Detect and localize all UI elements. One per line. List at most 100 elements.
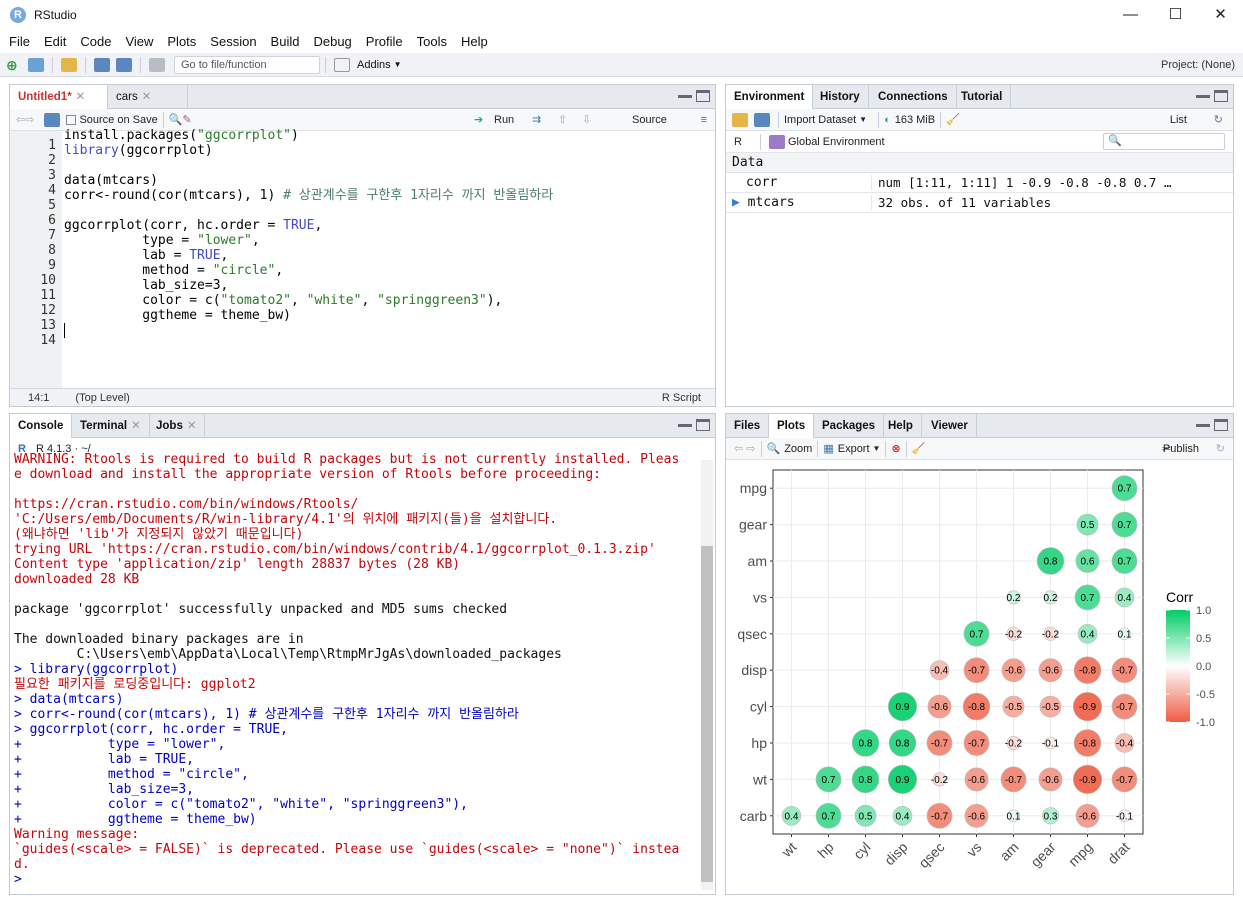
- env-search-input[interactable]: 🔍: [1103, 133, 1225, 150]
- source-on-save-checkbox[interactable]: [66, 114, 77, 125]
- console-scroll-thumb[interactable]: [701, 546, 713, 882]
- rerun-icon[interactable]: ⇉: [532, 113, 541, 126]
- menu-help[interactable]: Help: [454, 34, 495, 49]
- refresh-icon[interactable]: ↻: [1214, 113, 1223, 126]
- memory-usage[interactable]: 163 MiB: [895, 114, 935, 126]
- maximize-plots-icon[interactable]: [1214, 419, 1228, 431]
- tab-plots[interactable]: Plots: [769, 414, 815, 439]
- tab-console[interactable]: Console: [10, 414, 73, 439]
- minimize-pane-icon[interactable]: [678, 90, 692, 98]
- publish-button[interactable]: Publish: [1163, 443, 1199, 455]
- down-arrow-icon[interactable]: ⇩: [582, 113, 591, 126]
- corr-label: -0.4: [1116, 739, 1134, 750]
- corr-label: -0.7: [1005, 775, 1023, 786]
- run-icon[interactable]: ➔: [474, 113, 483, 126]
- up-arrow-icon[interactable]: ⇧: [558, 113, 567, 126]
- tab-untitled1[interactable]: Untitled1* ✕: [10, 85, 108, 110]
- menu-plots[interactable]: Plots: [160, 34, 203, 49]
- tab-files[interactable]: Files: [726, 414, 770, 438]
- menu-profile[interactable]: Profile: [359, 34, 410, 49]
- corr-label: -0.7: [1116, 666, 1134, 677]
- maximize-console-icon[interactable]: [696, 419, 710, 431]
- y-tick-label: gear: [739, 517, 767, 533]
- tab-tutorial[interactable]: Tutorial: [953, 85, 1012, 109]
- menu-session[interactable]: Session: [203, 34, 263, 49]
- env-row-corr[interactable]: corr num [1:11, 1:11] 1 -0.9 -0.8 -0.8 0…: [726, 173, 1233, 193]
- minimize-plots-icon[interactable]: [1196, 419, 1210, 427]
- language-menu[interactable]: R: [734, 136, 742, 148]
- save-icon[interactable]: [94, 57, 110, 72]
- tab-help[interactable]: Help: [880, 414, 922, 438]
- maximize-button[interactable]: ☐: [1153, 0, 1198, 30]
- project-menu[interactable]: Project: (None): [1161, 59, 1235, 71]
- close-button[interactable]: ✕: [1198, 0, 1243, 30]
- tab-cars[interactable]: cars ✕: [108, 85, 188, 109]
- code-editor[interactable]: install.packages("ggcorrplot") library(g…: [64, 128, 553, 338]
- back-arrow-icon[interactable]: ⇦⇨: [16, 113, 34, 126]
- menu-debug[interactable]: Debug: [306, 34, 358, 49]
- open-file-icon[interactable]: [61, 57, 77, 72]
- export-button[interactable]: Export: [838, 443, 870, 455]
- menu-file[interactable]: File: [2, 34, 37, 49]
- console-line: d.: [14, 857, 30, 872]
- outline-icon[interactable]: ≡: [701, 114, 707, 126]
- scope-selector[interactable]: Global Environment: [788, 136, 885, 148]
- goto-file-input[interactable]: Go to file/function: [174, 55, 320, 74]
- clear-plots-icon[interactable]: 🧹: [912, 442, 926, 455]
- legend-tick-label: 1.0: [1196, 605, 1211, 617]
- new-file-icon[interactable]: ⊕: [6, 58, 22, 72]
- legend-tick-label: 0.0: [1196, 661, 1211, 673]
- tab-connections[interactable]: Connections: [870, 85, 957, 109]
- plot-nav-arrows-icon[interactable]: ⇦ ⇨: [734, 442, 756, 455]
- file-type-menu[interactable]: R Script: [662, 392, 701, 404]
- magic-wand-icon[interactable]: ✎: [182, 113, 191, 126]
- expand-icon[interactable]: ▶: [732, 195, 740, 210]
- menu-edit[interactable]: Edit: [37, 34, 73, 49]
- save-all-icon[interactable]: [116, 57, 132, 72]
- legend-tick-label: -1.0: [1196, 717, 1215, 729]
- tab-viewer[interactable]: Viewer: [923, 414, 977, 438]
- maximize-env-icon[interactable]: [1214, 90, 1228, 102]
- tab-environment[interactable]: Environment: [726, 85, 814, 110]
- tab-packages[interactable]: Packages: [814, 414, 885, 438]
- corr-label: -0.6: [1042, 666, 1060, 677]
- zoom-button[interactable]: Zoom: [784, 443, 812, 455]
- load-workspace-icon[interactable]: [732, 112, 748, 127]
- console-output[interactable]: WARNING: Rtools is required to build R p…: [14, 452, 699, 894]
- minimize-button[interactable]: —: [1108, 0, 1153, 30]
- menu-view[interactable]: View: [118, 34, 160, 49]
- maximize-pane-icon[interactable]: [696, 90, 710, 102]
- addins-menu[interactable]: Addins: [357, 59, 391, 71]
- remove-plot-icon[interactable]: ⊗: [891, 442, 900, 455]
- environment-pane: Environment History Connections Tutorial…: [725, 84, 1234, 407]
- scope-menu[interactable]: (Top Level): [75, 392, 129, 404]
- print-icon[interactable]: [149, 57, 165, 72]
- search-icon[interactable]: 🔍: [169, 113, 183, 126]
- menu-build[interactable]: Build: [264, 34, 307, 49]
- correlation-plot: 0.7 0.5 0.7 0.8 0.6 0.7 0.2 0.2 0.7 0.4 0.7 -0.2 -0.…: [737, 469, 1215, 871]
- minimize-env-icon[interactable]: [1196, 90, 1210, 98]
- x-tick-label: cyl: [850, 839, 873, 862]
- plot-refresh-icon[interactable]: ↻: [1216, 442, 1225, 455]
- tab-jobs[interactable]: Jobs ✕: [148, 414, 206, 438]
- editor-save-icon[interactable]: [44, 112, 61, 127]
- source-button[interactable]: Source: [632, 114, 667, 126]
- tab-terminal[interactable]: Terminal ✕: [72, 414, 150, 438]
- env-row-mtcars[interactable]: ▶ mtcars 32 obs. of 11 variables: [726, 193, 1233, 213]
- corr-label: -0.6: [1042, 775, 1060, 786]
- broom-icon[interactable]: 🧹: [946, 113, 960, 126]
- run-button[interactable]: Run: [494, 114, 514, 126]
- save-workspace-icon[interactable]: [754, 112, 770, 127]
- view-mode-menu[interactable]: List: [1170, 114, 1187, 126]
- corr-label: 0.6: [1081, 557, 1095, 568]
- import-dataset-button[interactable]: Import Dataset: [784, 114, 856, 126]
- x-tick-label: qsec: [915, 839, 947, 871]
- new-project-icon[interactable]: [28, 57, 44, 72]
- menu-tools[interactable]: Tools: [410, 34, 454, 49]
- minimize-console-icon[interactable]: [678, 419, 692, 427]
- grid-layout-icon[interactable]: [334, 57, 350, 72]
- tab-history[interactable]: History: [812, 85, 869, 109]
- menu-code[interactable]: Code: [73, 34, 118, 49]
- line-numbers: 1 2 3 4 5 6 7 8 9 10 11 12 13 14: [10, 131, 62, 389]
